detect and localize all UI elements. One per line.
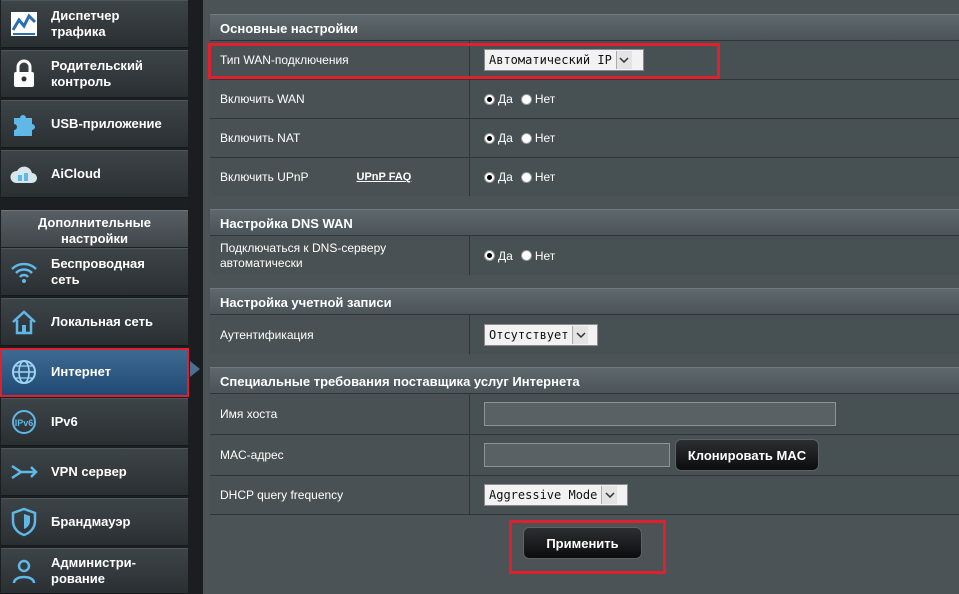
dhcp-frequency-select[interactable]: Aggressive Mode: [484, 484, 628, 506]
sidebar: Диспетчер трафика Родительский контроль US…: [0, 0, 189, 594]
wan-type-label: Тип WAN-подключения: [210, 41, 470, 79]
nav-lan[interactable]: Локальная сеть: [1, 298, 188, 346]
enable-nat-label: Включить NAT: [210, 119, 470, 157]
dns-settings-title: Настройка DNS WAN: [210, 209, 959, 235]
nav-label: AiCloud: [51, 166, 101, 181]
cloud-icon: [8, 158, 40, 190]
nav-parental-control[interactable]: Родительский контроль: [1, 50, 188, 98]
dhcp-frequency-row: DHCP query frequency Aggressive Mode: [210, 475, 959, 515]
clone-mac-button[interactable]: Клонировать MAC: [675, 439, 819, 471]
dns-auto-label: Подключаться к DNS-серверу автоматически: [210, 236, 470, 275]
nav-ipv6[interactable]: IPv6 IPv6: [1, 398, 188, 446]
main-content: Основные настройки Тип WAN-подключения А…: [203, 0, 959, 594]
nav-traffic-manager[interactable]: Диспетчер трафика: [1, 0, 188, 48]
mac-row: MAC-адрес Клонировать MAC: [210, 434, 959, 475]
vpn-icon: [8, 456, 40, 488]
traffic-icon: [8, 8, 40, 40]
nav-label: Интернет: [51, 364, 112, 379]
basic-settings-panel: Основные настройки Тип WAN-подключения А…: [210, 14, 959, 196]
nav-administration[interactable]: Администри-рование: [1, 548, 188, 594]
dns-settings-panel: Настройка DNS WAN Подключаться к DNS-сер…: [210, 209, 959, 275]
hostname-row: Имя хоста: [210, 393, 959, 434]
apply-button[interactable]: Применить: [523, 527, 642, 559]
wifi-icon: [8, 256, 40, 288]
chevron-down-icon: [572, 325, 589, 344]
wan-type-row: Тип WAN-подключения Автоматический IP: [210, 40, 959, 79]
nav-label: Диспетчер трафика: [51, 8, 120, 39]
auth-label: Аутентификация: [210, 315, 470, 354]
chevron-down-icon: [615, 51, 632, 69]
enable-upnp-label: Включить UPnP: [220, 170, 309, 184]
enable-upnp-yes-radio[interactable]: Да: [484, 170, 513, 184]
enable-nat-no-radio[interactable]: Нет: [520, 131, 555, 145]
nav-label: IPv6: [51, 414, 78, 429]
nav-label: Администри-рование: [51, 555, 136, 586]
enable-nat-yes-radio[interactable]: Да: [484, 131, 513, 145]
chevron-down-icon: [601, 486, 618, 504]
wan-type-select[interactable]: Автоматический IP: [484, 49, 644, 71]
nav-label: Беспроводная сеть: [51, 256, 145, 287]
nav-firewall[interactable]: Брандмауэр: [1, 498, 188, 546]
isp-requirements-panel: Специальные требования поставщика услуг …: [210, 367, 959, 515]
admin-icon: [8, 555, 40, 587]
enable-wan-yes-radio[interactable]: Да: [484, 92, 513, 106]
auth-row: Аутентификация Отсутствует: [210, 314, 959, 354]
nav-label: Родительский контроль: [51, 58, 143, 89]
active-pointer-arrow: [190, 361, 200, 377]
nav-label: Брандмауэр: [51, 514, 131, 529]
enable-wan-row: Включить WAN Да Нет: [210, 79, 959, 118]
nav-internet[interactable]: Интернет: [1, 348, 188, 396]
nav-label: Локальная сеть: [51, 314, 153, 329]
lock-icon: [8, 58, 40, 90]
dns-auto-no-radio[interactable]: Нет: [520, 249, 555, 263]
basic-settings-title: Основные настройки: [210, 14, 959, 40]
isp-requirements-title: Специальные требования поставщика услуг …: [210, 367, 959, 393]
mac-input[interactable]: [484, 443, 670, 467]
enable-upnp-row: Включить UPnP UPnP FAQ Да Нет: [210, 157, 959, 196]
dhcp-frequency-label: DHCP query frequency: [210, 476, 470, 514]
auth-select[interactable]: Отсутствует: [484, 323, 598, 346]
hostname-label: Имя хоста: [210, 394, 470, 434]
ipv6-icon: IPv6: [8, 406, 40, 438]
account-settings-panel: Настройка учетной записи Аутентификация …: [210, 288, 959, 354]
enable-wan-no-radio[interactable]: Нет: [520, 92, 555, 106]
nav-wireless[interactable]: Беспроводная сеть: [1, 248, 188, 296]
account-settings-title: Настройка учетной записи: [210, 288, 959, 314]
mac-label: MAC-адрес: [210, 435, 470, 475]
nav-aicloud[interactable]: AiCloud: [1, 150, 188, 198]
nav-label: USB-приложение: [51, 116, 162, 131]
dns-auto-yes-radio[interactable]: Да: [484, 249, 513, 263]
nav-vpn-server[interactable]: VPN сервер: [1, 448, 188, 496]
globe-icon: [8, 356, 40, 388]
shield-icon: [8, 506, 40, 538]
advanced-settings-header: Дополнительные настройки: [1, 210, 188, 247]
home-icon: [8, 306, 40, 338]
nav-usb-app[interactable]: USB-приложение: [1, 100, 188, 148]
nav-label: VPN сервер: [51, 464, 127, 479]
enable-wan-label: Включить WAN: [210, 80, 470, 118]
hostname-input[interactable]: [484, 402, 836, 426]
enable-upnp-no-radio[interactable]: Нет: [520, 170, 555, 184]
puzzle-icon: [8, 108, 40, 140]
dns-auto-row: Подключаться к DNS-серверу автоматически…: [210, 235, 959, 275]
upnp-faq-link[interactable]: UPnP FAQ: [357, 171, 412, 183]
enable-nat-row: Включить NAT Да Нет: [210, 118, 959, 157]
svg-text:IPv6: IPv6: [15, 418, 34, 428]
